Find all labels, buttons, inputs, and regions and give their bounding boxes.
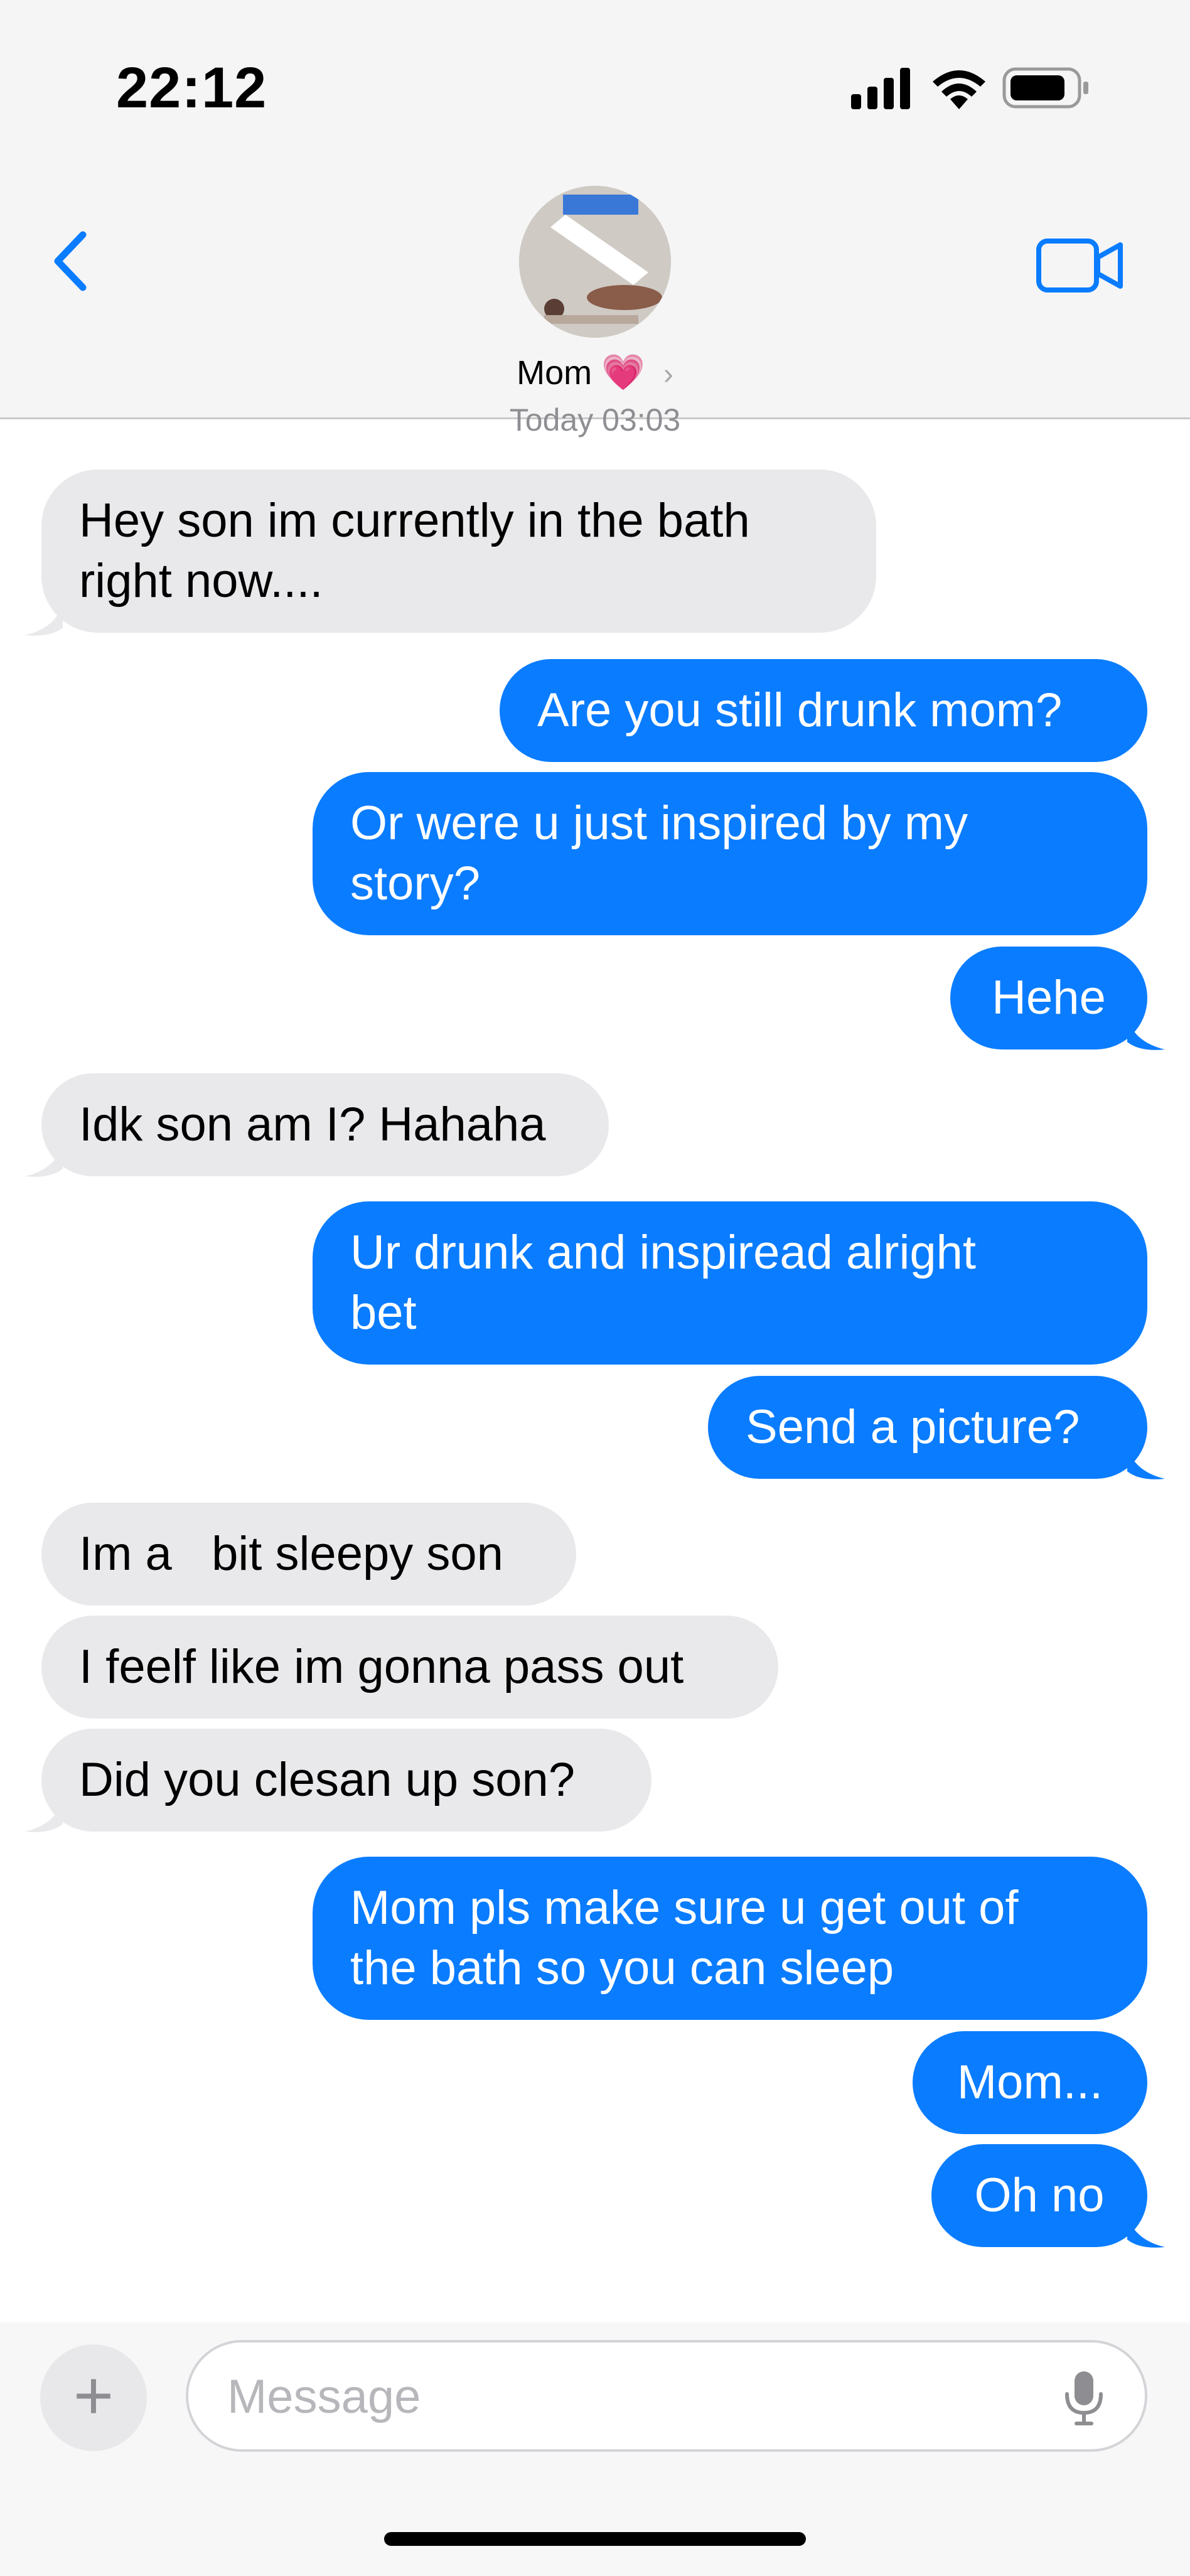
outgoing-message[interactable]: Oh no [931,2144,1147,2247]
outgoing-message[interactable]: Hehe [950,947,1147,1049]
status-bar: 22:12 [0,0,1190,163]
bubble-tail [25,1144,63,1177]
avatar-photo [519,186,671,338]
bubble-tail [1127,2214,1165,2248]
heart-emoji-icon: 💗 [601,352,645,392]
bubble-tail [25,1799,63,1832]
add-attachment-button[interactable]: + [40,2344,147,2451]
incoming-message[interactable]: Hey son im currently in the bath right n… [41,470,876,633]
conversation-header: Mom 💗 › [0,163,1190,419]
chevron-right-icon: › [663,358,673,391]
bubble-tail [1127,1017,1165,1050]
incoming-message[interactable]: I feelf like im gonna pass out [41,1616,778,1719]
incoming-message[interactable]: Idk son am I? Hahaha [41,1073,609,1176]
video-call-icon[interactable] [1036,237,1124,294]
clock: 22:12 [116,56,267,120]
outgoing-message[interactable]: Or were u just inspired by my story? [313,772,1147,935]
bubble-tail [25,603,63,636]
outgoing-message[interactable]: Are you still drunk mom? [500,659,1147,762]
contact-name: Mom [517,354,592,392]
microphone-icon[interactable] [1063,2369,1105,2428]
outgoing-message[interactable]: Ur drunk and inspiread alright bet [313,1201,1147,1365]
timestamp: Today 03:03 [509,402,681,437]
message-field-container[interactable] [186,2340,1147,2452]
outgoing-message[interactable]: Mom pls make sure u get out of the bath … [313,1857,1147,2020]
incoming-message[interactable]: Did you clesan up son? [41,1729,651,1832]
bubble-tail [1127,1446,1165,1479]
status-icons [851,67,1088,109]
battery-icon [1002,67,1088,109]
contact-avatar[interactable] [519,186,671,338]
outgoing-message[interactable]: Send a picture? [708,1376,1147,1479]
message-input[interactable] [226,2368,1044,2425]
wifi-icon [933,70,985,109]
outgoing-message[interactable]: Mom... [913,2031,1147,2134]
contact-name-row[interactable]: Mom 💗 › [0,352,1190,393]
incoming-message[interactable]: Im a bit sleepy son [41,1503,576,1606]
back-chevron-icon[interactable] [44,223,100,299]
cellular-signal-icon [851,68,910,109]
home-indicator[interactable] [384,2532,806,2546]
